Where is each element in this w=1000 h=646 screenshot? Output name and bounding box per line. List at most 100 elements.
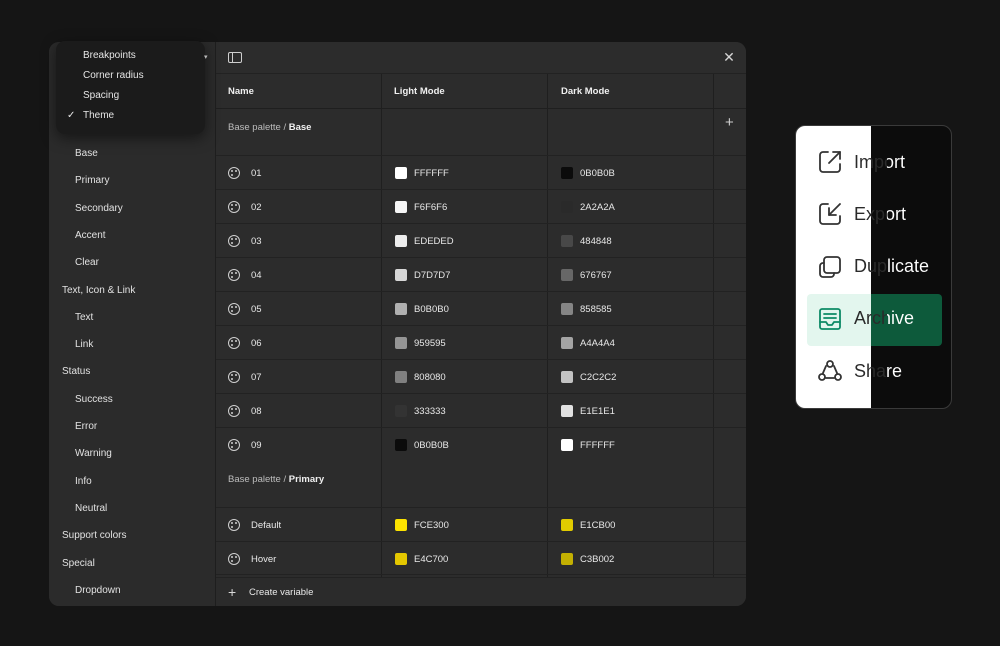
table-row[interactable]: 09 0B0B0B FFFFFF: [216, 427, 746, 461]
menu-item-text: Export: [854, 203, 907, 224]
sidebar-item-text[interactable]: Text: [75, 312, 93, 323]
menu-item-duplicate[interactable]: Duplicate: [817, 247, 929, 287]
dark-mode-cell[interactable]: E1E1E1: [561, 394, 615, 428]
table-row[interactable]: 03 EDEDED 484848: [216, 223, 746, 257]
light-mode-cell[interactable]: 959595: [395, 326, 446, 360]
table-row[interactable]: 07 808080 C2C2C2: [216, 359, 746, 393]
color-swatch[interactable]: [561, 405, 573, 417]
hex-value: 676767: [580, 269, 612, 281]
palette-icon: [228, 201, 240, 213]
sidebar-item-dropdown[interactable]: Dropdown: [75, 585, 121, 596]
sidebar-item-success[interactable]: Success: [75, 394, 113, 405]
table-row[interactable]: 06 959595 A4A4A4: [216, 325, 746, 359]
color-swatch[interactable]: [561, 269, 573, 281]
variable-name: 05: [251, 303, 262, 315]
dark-mode-cell[interactable]: 2A2A2A: [561, 190, 615, 224]
light-mode-cell[interactable]: F6F6F6: [395, 190, 447, 224]
dark-mode-cell[interactable]: A4A4A4: [561, 326, 615, 360]
color-swatch[interactable]: [395, 337, 407, 349]
color-swatch[interactable]: [561, 201, 573, 213]
color-swatch[interactable]: [561, 303, 573, 315]
table-row[interactable]: 02 F6F6F6 2A2A2A: [216, 189, 746, 223]
variable-name-cell: 05: [228, 292, 262, 326]
sidebar-item-base[interactable]: Base: [75, 148, 98, 159]
color-swatch[interactable]: [561, 519, 573, 531]
table-row[interactable]: Default FCE300 E1CB00: [216, 507, 746, 541]
table-header: Name Light Mode Dark Mode +: [216, 74, 746, 130]
dark-mode-cell[interactable]: 858585: [561, 292, 612, 326]
color-swatch[interactable]: [561, 553, 573, 565]
table-row[interactable]: 04 D7D7D7 676767: [216, 257, 746, 291]
dark-mode-cell[interactable]: 0B0B0B: [561, 156, 615, 190]
color-swatch[interactable]: [395, 439, 407, 451]
menu-item-share[interactable]: Share: [817, 351, 902, 391]
color-swatch[interactable]: [395, 553, 407, 565]
color-swatch[interactable]: [561, 337, 573, 349]
light-mode-cell[interactable]: B0B0B0: [395, 292, 449, 326]
dark-mode-cell[interactable]: 676767: [561, 258, 612, 292]
light-mode-cell[interactable]: 333333: [395, 394, 446, 428]
menu-item-label: Import: [854, 152, 905, 173]
palette-icon: [228, 337, 240, 349]
color-swatch[interactable]: [561, 167, 573, 179]
sidebar-item-info[interactable]: Info: [75, 476, 92, 487]
color-swatch[interactable]: [395, 405, 407, 417]
light-mode-cell[interactable]: FCE300: [395, 508, 449, 542]
sidebar-item-link[interactable]: Link: [75, 339, 93, 350]
create-variable-button[interactable]: + Create variable: [216, 577, 746, 606]
sidebar-item-accent[interactable]: Accent: [75, 230, 106, 241]
section-path: Base palette /: [228, 122, 289, 133]
sidebar-item-text-icon-link[interactable]: Text, Icon & Link: [62, 285, 135, 296]
sidebar-item-neutral[interactable]: Neutral: [75, 503, 107, 514]
table-row[interactable]: Hover E4C700 C3B002: [216, 541, 746, 575]
light-mode-cell[interactable]: 808080: [395, 360, 446, 394]
color-swatch[interactable]: [395, 235, 407, 247]
sidebar-item-status[interactable]: Status: [62, 366, 90, 377]
color-swatch[interactable]: [395, 269, 407, 281]
dark-mode-cell[interactable]: FFFFFF: [561, 428, 615, 462]
menu-item-archive[interactable]: Archive: [817, 299, 914, 339]
light-mode-cell[interactable]: EDEDED: [395, 224, 454, 258]
color-swatch[interactable]: [395, 303, 407, 315]
sidebar-item-secondary[interactable]: Secondary: [75, 203, 123, 214]
hex-value: FCE300: [414, 519, 449, 531]
dropdown-item-spacing[interactable]: Spacing: [83, 90, 119, 101]
table-row[interactable]: 01 FFFFFF 0B0B0B: [216, 155, 746, 189]
color-swatch[interactable]: [561, 371, 573, 383]
sidebar-item-support-colors[interactable]: Support colors: [62, 530, 126, 541]
menu-item-export[interactable]: Export: [817, 194, 906, 234]
light-mode-cell[interactable]: 0B0B0B: [395, 428, 449, 462]
hex-value: 808080: [414, 371, 446, 383]
light-mode-cell[interactable]: FFFFFF: [395, 156, 449, 190]
color-swatch[interactable]: [395, 371, 407, 383]
sidebar-toggle-icon[interactable]: [228, 52, 242, 63]
dark-mode-cell[interactable]: C2C2C2: [561, 360, 616, 394]
sidebar-item-clear[interactable]: Clear: [75, 257, 99, 268]
close-icon[interactable]: ✕: [722, 50, 736, 64]
dropdown-item-breakpoints[interactable]: Breakpoints: [83, 50, 136, 61]
color-swatch[interactable]: [395, 167, 407, 179]
dropdown-item-theme[interactable]: Theme: [83, 110, 114, 121]
menu-item-label: Share: [854, 361, 902, 382]
dropdown-item-corner-radius[interactable]: Corner radius: [83, 70, 144, 81]
dark-mode-cell[interactable]: 484848: [561, 224, 612, 258]
import-icon: [817, 149, 854, 175]
table-row[interactable]: 05 B0B0B0 858585: [216, 291, 746, 325]
dark-mode-cell[interactable]: C3B002: [561, 542, 614, 576]
color-swatch[interactable]: [395, 201, 407, 213]
dark-mode-cell[interactable]: E1CB00: [561, 508, 615, 542]
color-swatch[interactable]: [395, 519, 407, 531]
light-mode-cell[interactable]: D7D7D7: [395, 258, 450, 292]
menu-item-import[interactable]: Import: [817, 142, 905, 182]
chevron-down-icon[interactable]: ▾: [204, 53, 208, 61]
sidebar-item-special[interactable]: Special: [62, 558, 95, 569]
hex-value: A4A4A4: [580, 337, 615, 349]
sidebar-item-error[interactable]: Error: [75, 421, 97, 432]
light-mode-cell[interactable]: E4C700: [395, 542, 448, 576]
sidebar-item-warning[interactable]: Warning: [75, 448, 112, 459]
sidebar-item-primary[interactable]: Primary: [75, 175, 109, 186]
color-swatch[interactable]: [561, 439, 573, 451]
table-row[interactable]: 08 333333 E1E1E1: [216, 393, 746, 427]
add-mode-button[interactable]: +: [725, 115, 734, 130]
color-swatch[interactable]: [561, 235, 573, 247]
